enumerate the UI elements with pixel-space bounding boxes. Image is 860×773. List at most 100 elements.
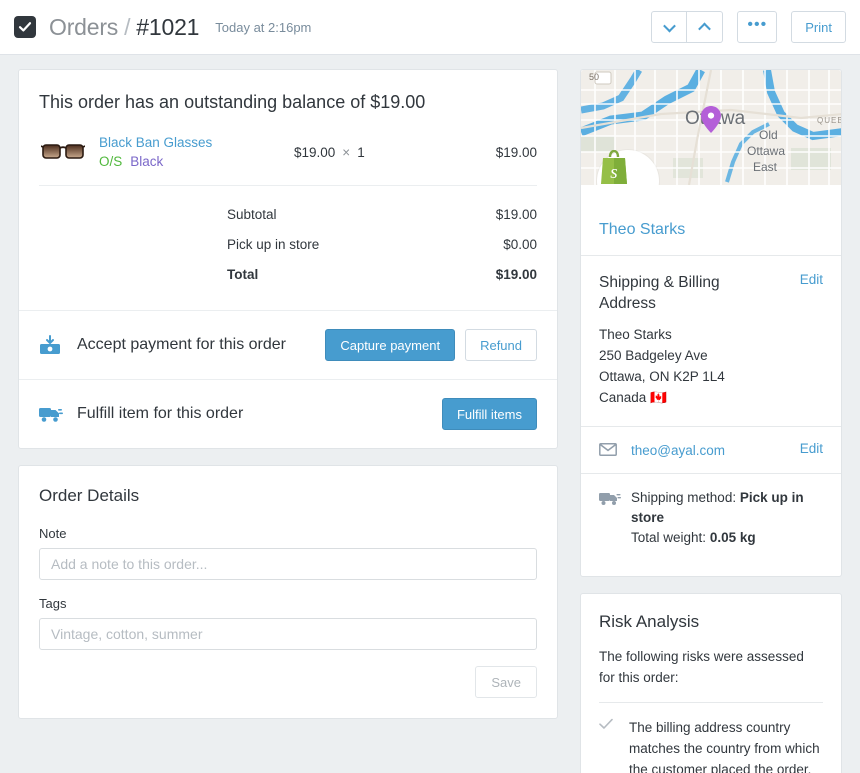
shipping-value: $0.00: [447, 230, 537, 260]
line-item-row: Black Ban Glasses O/S Black $19.00 × 1 $19.…: [39, 127, 537, 186]
prev-next-button-group: [651, 11, 723, 43]
subtotal-label: Subtotal: [227, 200, 447, 230]
map-highway-label: 50: [589, 72, 599, 82]
payment-action-buttons: Capture payment Refund: [325, 329, 537, 361]
capture-payment-icon: [39, 335, 69, 355]
map-district-label-1: Old: [759, 128, 778, 142]
breadcrumb-orders-link[interactable]: Orders: [49, 14, 118, 41]
print-button[interactable]: Print: [791, 11, 846, 43]
canada-flag-icon: 🇨🇦: [650, 390, 667, 405]
address-country-line: Canada 🇨🇦: [599, 387, 823, 408]
quantity-value: 1: [357, 145, 365, 160]
order-details-title: Order Details: [39, 486, 537, 506]
truck-icon: [39, 405, 69, 423]
orders-checkbox-icon: [14, 16, 36, 38]
outstanding-balance-heading: This order has an outstanding balance of…: [19, 70, 557, 117]
customer-details: Theo Starks Shipping & Billing Address E…: [581, 185, 841, 576]
total-weight-value: 0.05 kg: [710, 530, 756, 545]
sidebar-column: 50 Ottawa Old Ottawa East QUEB: [580, 69, 842, 773]
line-item-unit-price: $19.00 × 1: [294, 145, 424, 160]
chevron-down-icon: [663, 19, 676, 32]
shipping-method-line: Shipping method: Pick up in store: [631, 488, 823, 528]
order-summary-card: This order has an outstanding balance of…: [18, 69, 558, 449]
risk-item: The billing address country matches the …: [599, 702, 823, 773]
main-column: This order has an outstanding balance of…: [18, 69, 558, 773]
grand-total-label: Total: [227, 260, 447, 290]
unit-price-value: $19.00: [294, 145, 335, 160]
page-header: Orders / #1021 Today at 2:16pm ••• Print: [0, 0, 860, 55]
accept-payment-row: Accept payment for this order Capture pa…: [19, 310, 557, 379]
truck-icon: [599, 488, 631, 511]
previous-order-button[interactable]: [687, 11, 723, 43]
subtotal-value: $19.00: [447, 200, 537, 230]
tags-field-block: Tags: [39, 596, 537, 650]
tags-label: Tags: [39, 596, 537, 611]
shipping-label: Pick up in store: [227, 230, 447, 260]
multiply-symbol: ×: [342, 145, 350, 160]
tags-input[interactable]: [39, 618, 537, 650]
risk-analysis-intro: The following risks were assessed for th…: [599, 646, 823, 688]
page-title: #1021: [136, 14, 199, 41]
total-row-shipping: Pick up in store $0.00: [39, 230, 537, 260]
email-row: theo@ayal.com Edit: [599, 427, 823, 473]
fulfill-action-buttons: Fulfill items: [442, 398, 537, 430]
shipping-method-row: Shipping method: Pick up in store Total …: [599, 474, 823, 560]
refund-button[interactable]: Refund: [465, 329, 537, 361]
page-content: This order has an outstanding balance of…: [0, 55, 860, 773]
check-icon: [599, 717, 629, 773]
fulfill-items-row: Fulfill item for this order Fulfill item…: [19, 379, 557, 448]
accept-payment-text: Accept payment for this order: [77, 336, 286, 354]
note-input[interactable]: [39, 548, 537, 580]
address-city-line: Ottawa, ON K2P 1L4: [599, 366, 823, 387]
address-country: Canada: [599, 390, 646, 405]
customer-map[interactable]: 50 Ottawa Old Ottawa East QUEB: [581, 70, 841, 185]
risk-analysis-card: Risk Analysis The following risks were a…: [580, 593, 842, 773]
breadcrumb-separator: /: [124, 14, 130, 41]
map-district-label-3: East: [753, 160, 777, 174]
address-section-title: Shipping & Billing Address: [599, 272, 769, 314]
customer-card: 50 Ottawa Old Ottawa East QUEB: [580, 69, 842, 577]
envelope-icon: [599, 441, 631, 461]
shipping-method-text: Shipping method: Pick up in store Total …: [631, 488, 823, 548]
map-location-pin-icon: [701, 106, 721, 133]
line-items-list: Black Ban Glasses O/S Black $19.00 × 1 $19.…: [19, 117, 557, 186]
fulfill-items-button[interactable]: Fulfill items: [442, 398, 537, 430]
save-button[interactable]: Save: [475, 666, 537, 698]
product-variant: O/S Black: [99, 152, 294, 171]
map-district-label-2: Ottawa: [747, 144, 785, 158]
address-street: 250 Badgeley Ave: [599, 345, 823, 366]
variant-size: O/S: [99, 154, 122, 169]
chevron-up-icon: [698, 22, 711, 35]
product-name-link[interactable]: Black Ban Glasses: [99, 133, 294, 152]
grand-total-value: $19.00: [447, 260, 537, 290]
address-section-header: Shipping & Billing Address Edit: [599, 272, 823, 314]
note-field-block: Note: [39, 526, 537, 580]
breadcrumb: Orders / #1021: [49, 14, 199, 41]
line-item-titles: Black Ban Glasses O/S Black: [99, 133, 294, 171]
more-actions-button[interactable]: •••: [737, 11, 777, 43]
address-block: Theo Starks 250 Badgeley Ave Ottawa, ON …: [599, 324, 823, 408]
order-details-card: Order Details Note Tags Save: [18, 465, 558, 719]
total-weight-line: Total weight: 0.05 kg: [631, 528, 823, 548]
save-button-wrap: Save: [39, 666, 537, 698]
line-item-total: $19.00: [496, 145, 537, 160]
shipping-method-label: Shipping method:: [631, 490, 736, 505]
edit-address-link[interactable]: Edit: [800, 272, 823, 287]
map-region-label: QUEB: [817, 116, 841, 125]
header-actions: ••• Print: [651, 11, 846, 43]
risk-analysis-title: Risk Analysis: [599, 612, 823, 632]
edit-email-link[interactable]: Edit: [800, 441, 823, 456]
next-order-button[interactable]: [651, 11, 687, 43]
risk-item-text: The billing address country matches the …: [629, 717, 823, 773]
customer-name-link[interactable]: Theo Starks: [599, 221, 823, 239]
capture-payment-button[interactable]: Capture payment: [325, 329, 455, 361]
product-thumbnail[interactable]: [39, 135, 87, 169]
fulfill-items-text: Fulfill item for this order: [77, 405, 243, 423]
order-page: Orders / #1021 Today at 2:16pm ••• Print…: [0, 0, 860, 773]
order-timestamp: Today at 2:16pm: [215, 20, 311, 35]
customer-email-link[interactable]: theo@ayal.com: [631, 443, 725, 458]
variant-color: Black: [130, 154, 163, 169]
note-label: Note: [39, 526, 537, 541]
total-row-grand: Total $19.00: [39, 260, 537, 290]
email-text: theo@ayal.com: [631, 441, 725, 461]
